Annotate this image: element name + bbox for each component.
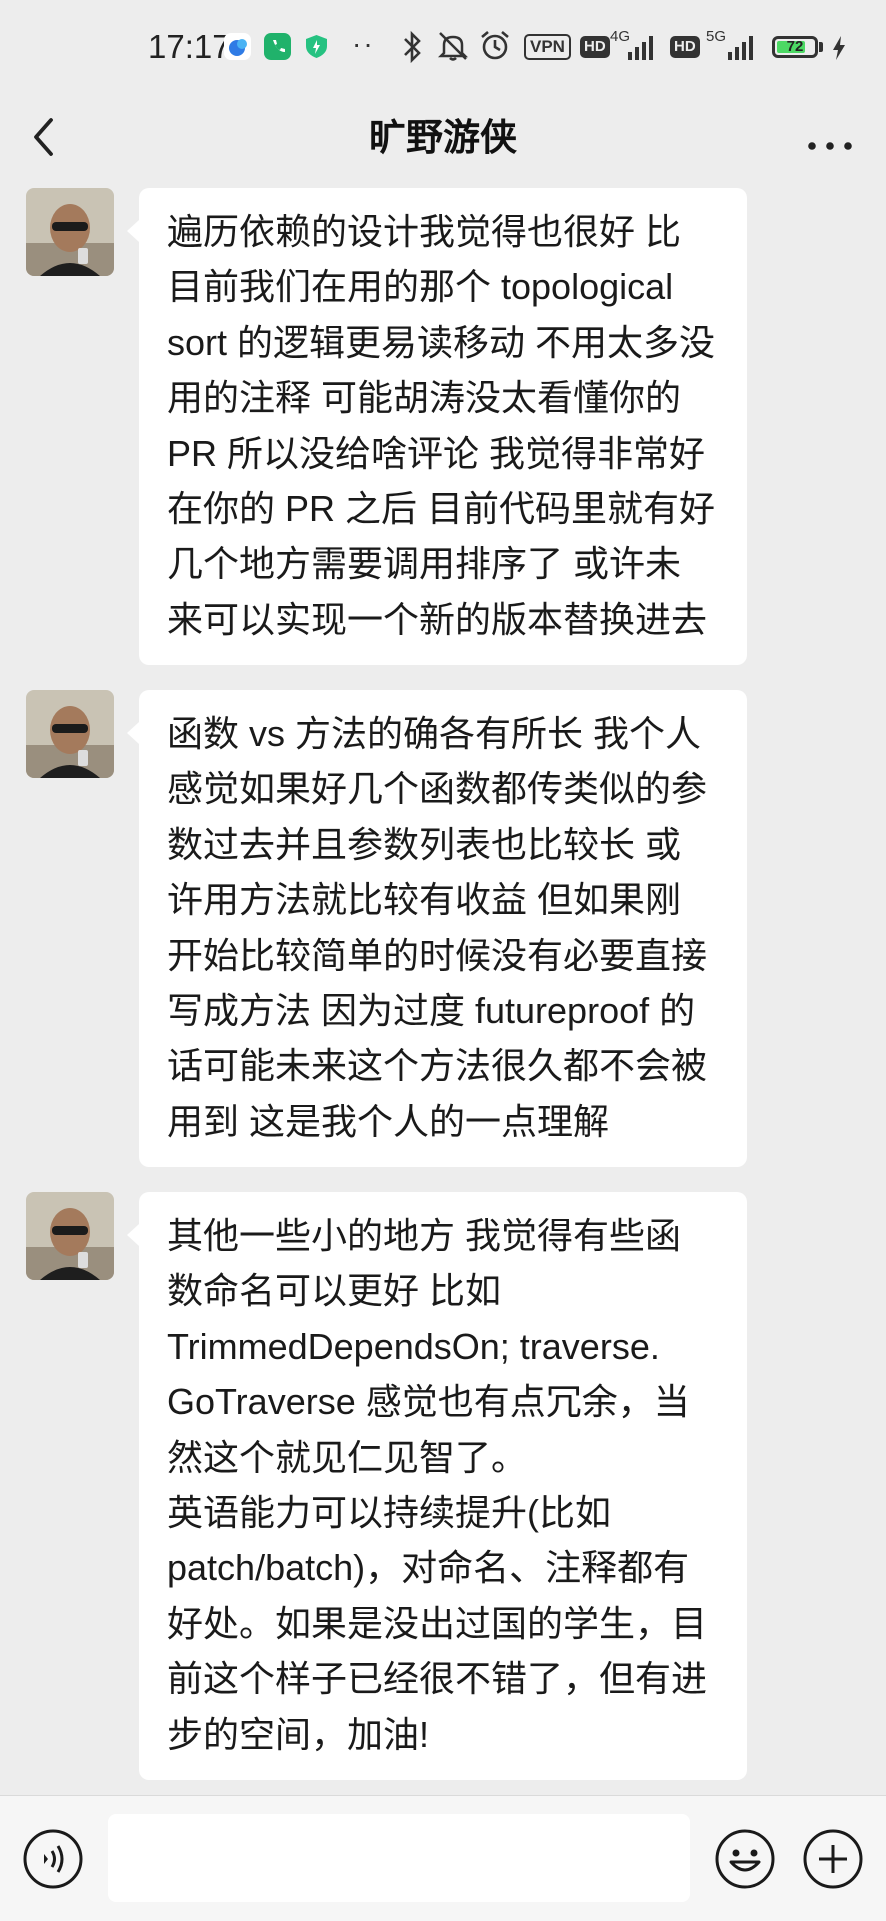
message-text-line: 用到 这是我个人的一点理解 <box>167 1100 610 1142</box>
message-text-line: 遍历依赖的设计我觉得也很好 比 <box>167 211 682 252</box>
input-bar <box>0 1795 886 1921</box>
chat-header: 旷野游侠 <box>0 90 886 186</box>
message-text-line: 在你的 PR 之后 目前代码里就有好 <box>167 488 716 530</box>
battery-level: 72 <box>786 38 804 55</box>
message-input[interactable] <box>108 1814 690 1902</box>
message-text-line: 几个地方需要调用排序了 或许未 <box>167 543 682 585</box>
message-text-line: 用的注释 可能胡涛没太看懂你的 <box>167 377 682 419</box>
message-bubble[interactable]: 函数 vs 方法的确各有所长 我个人 感觉如果好几个函数都传类似的参 数过去并且… <box>127 690 747 1168</box>
voice-icon <box>23 1829 83 1889</box>
message-text-line: 许用方法就比较有收益 但如果刚 <box>167 879 682 921</box>
mute-bell-icon <box>436 29 470 68</box>
status-time: 17:17 <box>148 28 231 65</box>
emoji-button[interactable] <box>714 1828 776 1890</box>
hd-badge-1: HD <box>580 36 610 58</box>
avatar[interactable] <box>26 1192 114 1280</box>
message-text-line: 感觉如果好几个函数都传类似的参 <box>167 768 708 810</box>
more-notifications-icon: ·· <box>352 28 375 59</box>
message-bubble[interactable]: 遍历依赖的设计我觉得也很好 比 目前我们在用的那个 topological so… <box>127 188 747 666</box>
message-text-line: 函数 vs 方法的确各有所长 我个人 <box>167 713 702 754</box>
network-type-2: 5G <box>706 28 727 45</box>
voice-input-button[interactable] <box>22 1828 84 1890</box>
bluetooth-icon <box>402 30 424 69</box>
message-text-line: 目前我们在用的那个 topological <box>167 266 674 308</box>
battery-icon: 72 <box>772 36 818 58</box>
plus-icon <box>803 1829 863 1889</box>
message-text-line: 好处。如果是没出过国的学生，目 <box>167 1602 708 1644</box>
message-bubble[interactable]: 其他一些小的地方 我觉得有些函 数命名可以更好 比如 TrimmedDepend… <box>127 1192 747 1781</box>
message-text-line: PR 所以没给啥评论 我觉得非常好 <box>167 432 706 474</box>
message-text-line: 数命名可以更好 比如 <box>167 1270 502 1312</box>
alarm-icon <box>478 29 512 68</box>
charging-icon <box>831 35 847 66</box>
message-text-line: 英语能力可以持续提升(比如 <box>167 1492 611 1534</box>
emoji-icon <box>715 1829 775 1889</box>
message-text-line: 前这个样子已经很不错了，但有进 <box>167 1658 708 1700</box>
signal-icon-1 <box>628 36 653 60</box>
hd-badge-2: HD <box>670 36 700 58</box>
message-text-line: 来可以实现一个新的版本替换进去 <box>167 598 708 640</box>
phone-app-icon <box>264 33 291 60</box>
avatar[interactable] <box>26 690 114 778</box>
more-actions-button[interactable] <box>802 1828 864 1890</box>
message-text-line: 开始比较简单的时候没有必要直接 <box>167 934 708 976</box>
chat-title: 旷野游侠 <box>369 117 517 158</box>
message-text-line: 其他一些小的地方 我觉得有些函 <box>167 1215 682 1256</box>
more-dots-icon <box>808 142 852 150</box>
message-text-line: TrimmedDependsOn; traverse. <box>167 1325 660 1367</box>
avatar[interactable] <box>26 188 114 276</box>
message-text-line: sort 的逻辑更易读移动 不用太多没 <box>167 321 716 363</box>
message-text-line: patch/batch)，对命名、注释都有 <box>167 1547 690 1589</box>
signal-icon-2 <box>728 36 753 60</box>
shield-app-icon <box>303 33 330 60</box>
vpn-badge: VPN <box>524 34 571 60</box>
message-text-line: 话可能未来这个方法很久都不会被 <box>167 1045 708 1087</box>
cloud-app-icon <box>224 33 251 60</box>
message-text-line: GoTraverse 感觉也有点冗余，当 <box>167 1381 690 1423</box>
message-text-line: 写成方法 因为过度 futureproof 的 <box>167 990 696 1032</box>
message-text-line: 数过去并且参数列表也比较长 或 <box>167 823 682 865</box>
message-text-line: 步的空间，加油! <box>167 1713 430 1755</box>
status-bar: 17:17 ·· VPN HD 4G HD 5G 72 <box>0 0 886 90</box>
message-text-line: 然这个就见仁见智了。 <box>167 1436 528 1478</box>
more-options-button[interactable] <box>796 108 866 168</box>
